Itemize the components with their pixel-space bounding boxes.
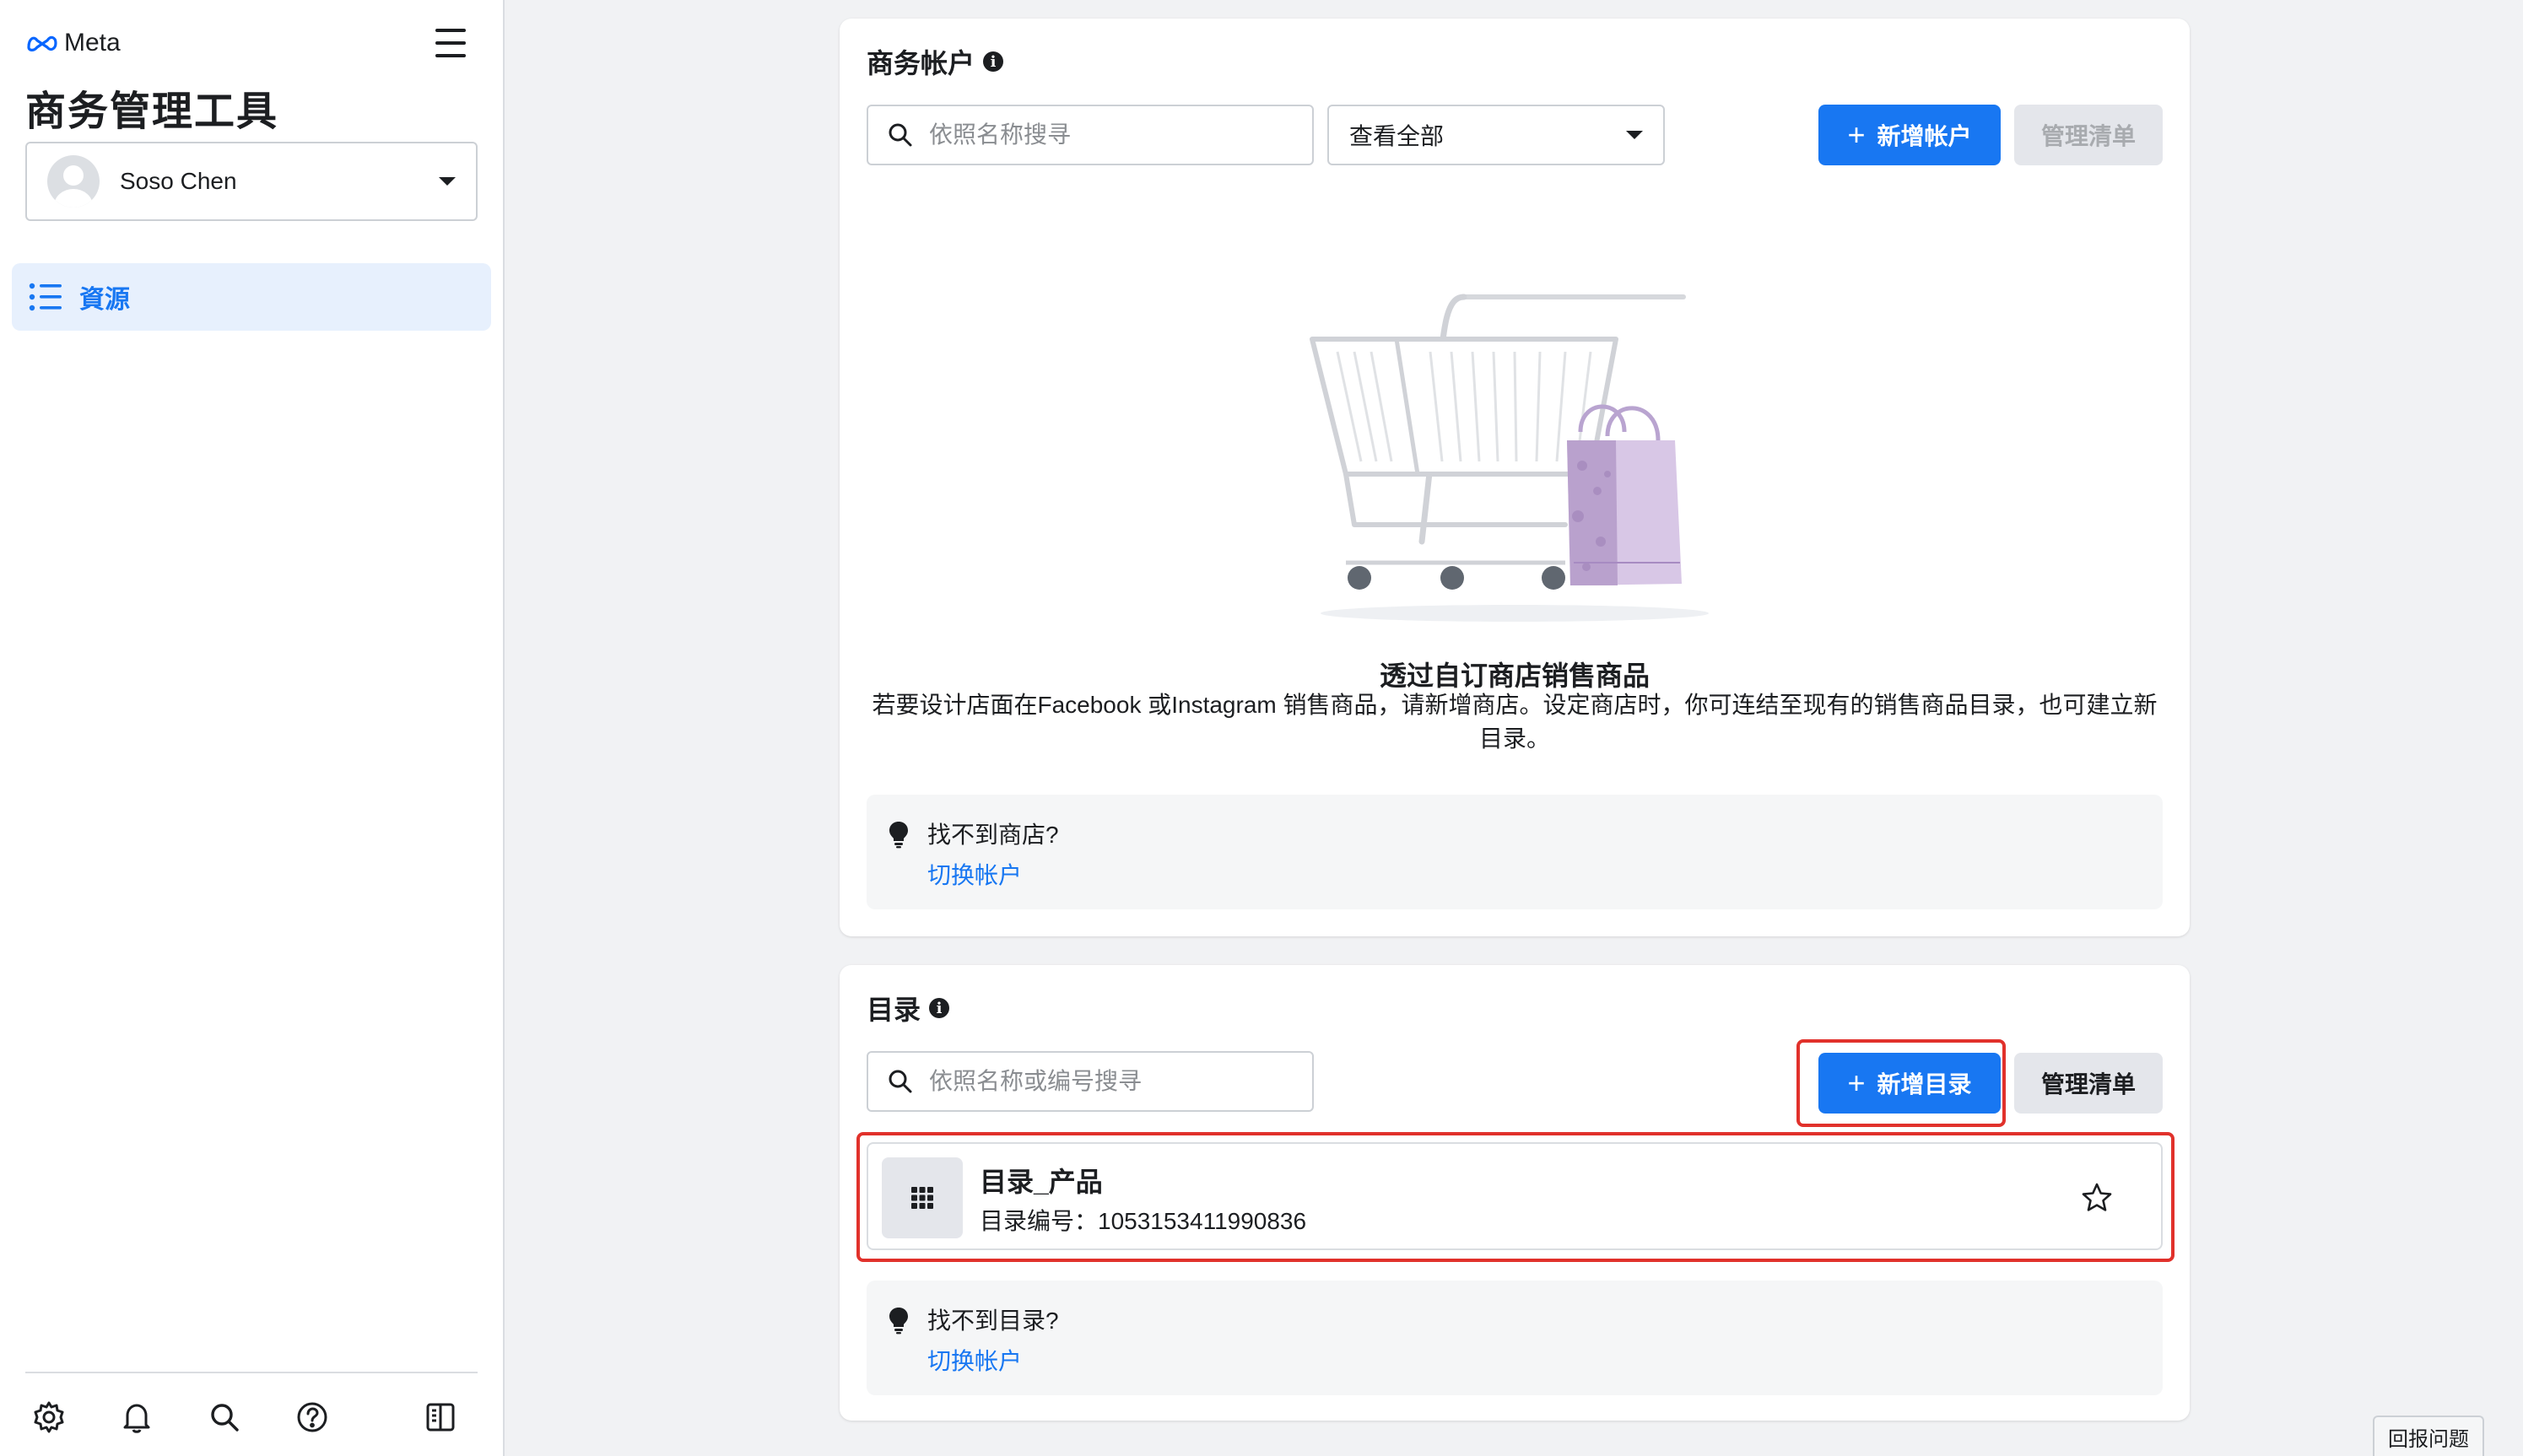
empty-state-description: 若要设计店面在Facebook 或Instagram 销售商品，请新增商店。设定… (872, 692, 2158, 752)
filter-value: 查看全部 (1349, 123, 1445, 149)
meta-infinity-icon (27, 35, 57, 51)
add-catalog-label: 新增目录 (1877, 1071, 1972, 1097)
sidebar-bottom-toolbar (25, 1394, 478, 1441)
help-icon[interactable] (289, 1394, 336, 1441)
search-icon (889, 123, 912, 147)
tip-box: 找不到目录? 切换帐户 (867, 1281, 2163, 1395)
plus-icon: + (1847, 1065, 1866, 1100)
account-name: Soso Chen (120, 168, 237, 194)
manage-list-label: 管理清单 (2040, 1071, 2136, 1097)
info-icon[interactable]: i (983, 51, 1004, 72)
catalog-search-box (867, 1051, 1314, 1112)
commerce-filter-dropdown[interactable]: 查看全部 (1327, 105, 1665, 165)
section-title: 商务帐户 i (867, 42, 1004, 81)
add-account-button[interactable]: + 新增帐户 (1818, 105, 2001, 165)
switch-account-link[interactable]: 切换帐户 (927, 1343, 1022, 1377)
manage-list-label: 管理清单 (2040, 123, 2136, 149)
app-title: 商务管理工具 (25, 89, 279, 134)
hamburger-menu-icon[interactable] (430, 25, 471, 61)
tip-title: 找不到目录? (927, 1308, 1059, 1334)
account-selector[interactable]: Soso Chen (25, 142, 478, 221)
commerce-accounts-title: 商务帐户 (867, 48, 975, 78)
caret-down-icon (439, 177, 456, 186)
catalog-list-item[interactable]: 目录_产品 目录编号：1053153411990836 (867, 1142, 2163, 1250)
meta-logo[interactable]: Meta (25, 29, 121, 57)
catalogs-card: 目录 i + 新增目录 管理清单 目录_产品 目录编号：105315341199… (840, 965, 2190, 1421)
sidebar-item-resources[interactable]: 資源 (12, 263, 491, 331)
gear-icon[interactable] (25, 1394, 73, 1441)
tip-title: 找不到商店? (927, 822, 1059, 848)
add-account-label: 新增帐户 (1877, 123, 1972, 149)
star-icon[interactable] (2080, 1181, 2114, 1215)
search-icon (889, 1070, 912, 1093)
manage-catalog-list-button[interactable]: 管理清单 (2014, 1053, 2163, 1114)
add-catalog-button[interactable]: + 新增目录 (1818, 1053, 2001, 1114)
report-problem-button[interactable]: 回报问题 (2373, 1416, 2484, 1456)
switch-account-link[interactable]: 切换帐户 (927, 857, 1022, 891)
sidebar-divider (25, 1372, 478, 1373)
info-icon[interactable]: i (929, 998, 950, 1018)
avatar (47, 155, 100, 208)
bell-icon[interactable] (113, 1394, 160, 1441)
tip-box: 找不到商店? 切换帐户 (867, 795, 2163, 909)
grid-icon (882, 1157, 963, 1238)
panel-toggle-icon[interactable] (417, 1394, 464, 1441)
catalog-name: 目录_产品 (980, 1167, 1103, 1197)
sidebar: Meta 商务管理工具 Soso Chen 資源 (0, 0, 505, 1456)
plus-icon: + (1847, 117, 1866, 152)
meta-brand-text: Meta (64, 29, 121, 57)
list-icon (29, 283, 62, 311)
catalog-search-input[interactable] (929, 1068, 1294, 1095)
search-icon[interactable] (201, 1394, 248, 1441)
catalog-id: 目录编号：1053153411990836 (980, 1208, 1307, 1234)
caret-down-icon (1626, 131, 1643, 139)
commerce-search-box (867, 105, 1314, 165)
lightbulb-icon (889, 822, 908, 849)
shopping-cart-illustration (1310, 294, 1709, 622)
commerce-accounts-card: 商务帐户 i 查看全部 + 新增帐户 管理清单 (840, 19, 2190, 936)
manage-list-button[interactable]: 管理清单 (2014, 105, 2163, 165)
lightbulb-icon (889, 1308, 908, 1335)
sidebar-item-label: 資源 (79, 286, 130, 314)
catalogs-title: 目录 (867, 995, 921, 1025)
commerce-search-input[interactable] (929, 121, 1294, 148)
section-title: 目录 i (867, 989, 950, 1027)
